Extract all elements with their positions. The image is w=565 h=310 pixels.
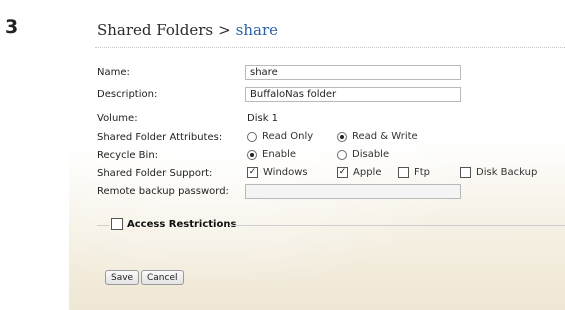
recycle-disable-radio-control[interactable]	[337, 149, 347, 160]
step-number: 3	[5, 16, 19, 38]
description-field[interactable]	[245, 87, 461, 102]
cancel-button[interactable]: Cancel	[141, 270, 184, 285]
recycle-enable-radio[interactable]: Enable	[247, 149, 296, 160]
ftp-checkbox-box[interactable]	[398, 167, 409, 178]
remote-password-field[interactable]	[245, 184, 461, 199]
disk-backup-label: Disk Backup	[476, 167, 538, 178]
breadcrumb-separator: >	[218, 21, 231, 39]
ftp-label: Ftp	[414, 167, 431, 178]
header-divider	[95, 47, 565, 48]
read-write-radio[interactable]: Read & Write	[337, 131, 418, 142]
volume-value: Disk 1	[247, 113, 279, 124]
remote-password-label: Remote backup password:	[97, 186, 229, 197]
recycle-enable-radio-control[interactable]	[247, 149, 257, 160]
read-only-radio-control[interactable]	[247, 131, 257, 142]
shared-folder-panel: Shared Folders>share Name: Description: …	[69, 0, 565, 310]
read-only-label: Read Only	[262, 131, 314, 142]
save-button[interactable]: Save	[105, 270, 140, 285]
attributes-label: Shared Folder Attributes:	[97, 132, 223, 143]
access-restrictions-checkbox[interactable]	[111, 218, 123, 230]
support-label: Shared Folder Support:	[97, 168, 213, 179]
fieldset-line-left	[97, 225, 109, 226]
name-field[interactable]	[245, 65, 461, 80]
access-restrictions-toggle[interactable]: Access Restrictions	[111, 218, 236, 230]
description-label: Description:	[97, 89, 158, 100]
read-only-radio[interactable]: Read Only	[247, 131, 313, 142]
access-restrictions-label: Access Restrictions	[127, 218, 237, 230]
support-disk-backup-checkbox[interactable]: Disk Backup	[460, 167, 537, 178]
read-write-label: Read & Write	[352, 131, 418, 142]
support-windows-checkbox[interactable]: ✓ Windows	[247, 167, 308, 178]
support-apple-checkbox[interactable]: ✓ Apple	[337, 167, 381, 178]
volume-label: Volume:	[97, 113, 138, 124]
name-label: Name:	[97, 67, 130, 78]
breadcrumb: Shared Folders > share	[97, 21, 278, 39]
recycle-enable-label: Enable	[262, 149, 297, 160]
support-ftp-checkbox[interactable]: Ftp	[398, 167, 430, 178]
recycle-bin-label: Recycle Bin:	[97, 150, 159, 161]
windows-check-icon[interactable]: ✓	[247, 167, 258, 178]
apple-label: Apple	[353, 167, 382, 178]
breadcrumb-parent[interactable]: Shared Folders	[97, 21, 213, 39]
windows-label: Windows	[263, 167, 308, 178]
recycle-disable-label: Disable	[352, 149, 390, 160]
disk-backup-checkbox-box[interactable]	[460, 167, 471, 178]
fieldset-line-right	[229, 225, 565, 226]
recycle-disable-radio[interactable]: Disable	[337, 149, 389, 160]
apple-check-icon[interactable]: ✓	[337, 167, 348, 178]
breadcrumb-current[interactable]: share	[236, 21, 278, 39]
read-write-radio-control[interactable]	[337, 131, 347, 142]
